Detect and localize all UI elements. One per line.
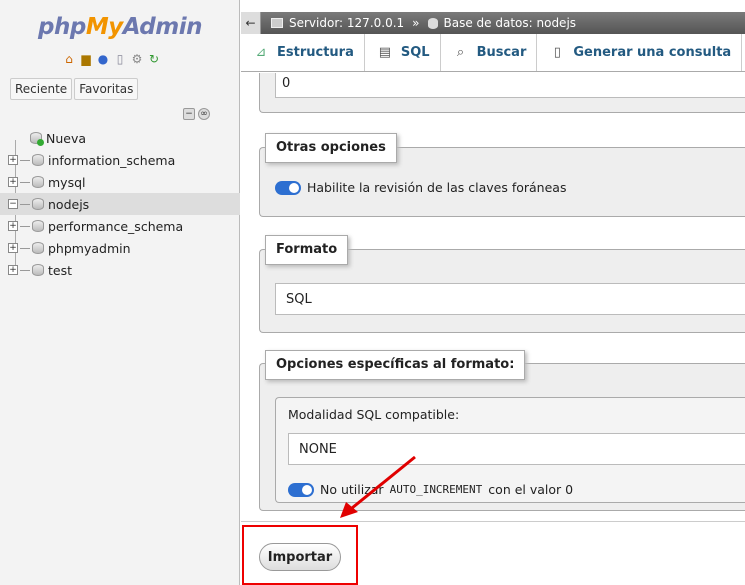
reload-icon[interactable]: ↻	[147, 52, 161, 66]
database-icon	[32, 176, 44, 188]
tree-branch	[20, 203, 30, 205]
logo-php-text: php	[38, 14, 86, 40]
tab-recent[interactable]: Reciente	[10, 78, 73, 100]
tree-item-label: Nueva	[46, 130, 87, 146]
server-icon	[271, 18, 283, 28]
menu-search[interactable]: ⌕ Buscar	[441, 34, 538, 71]
top-menu: ⊿ Estructura ▤ SQL ⌕ Buscar ▯ Generar un…	[241, 34, 745, 72]
back-arrow-icon[interactable]: ←	[241, 12, 261, 34]
foreign-key-check-row: Habilite la revisión de las claves forán…	[275, 180, 566, 195]
sql-compat-select[interactable]: NONE	[288, 433, 745, 465]
collapse-icon[interactable]: −	[8, 199, 18, 209]
help-icon[interactable]: ●	[96, 52, 110, 66]
format-select[interactable]: SQL	[275, 283, 745, 315]
menu-structure-label: Estructura	[277, 45, 354, 60]
menu-query-label: Generar una consulta	[573, 45, 732, 60]
auto-increment-toggle[interactable]	[288, 482, 314, 497]
logo-admin-text: Admin	[122, 14, 203, 40]
menu-query[interactable]: ▯ Generar una consulta	[537, 34, 743, 71]
top-value-input[interactable]: 0	[275, 73, 745, 98]
tree-branch	[20, 269, 30, 271]
database-icon	[32, 220, 44, 232]
collapse-all-icon[interactable]: −	[183, 108, 195, 120]
tree-item-label: nodejs	[48, 196, 90, 212]
expand-icon[interactable]: +	[8, 155, 18, 165]
menu-structure[interactable]: ⊿ Estructura	[241, 34, 365, 71]
quick-links: ⌂ ▆ ● ▯ ⚙ ↻	[62, 52, 161, 66]
auto-increment-label-suffix: con el valor 0	[488, 482, 574, 497]
tree-item-new[interactable]: Nueva	[0, 127, 240, 149]
breadcrumb-database[interactable]: Base de datos: nodejs	[427, 16, 577, 30]
tree-item-label: test	[48, 262, 73, 278]
database-icon	[32, 242, 44, 254]
new-database-icon	[30, 132, 44, 146]
tree-item-label: phpmyadmin	[48, 240, 131, 256]
breadcrumb-server-label: Servidor: 127.0.0.1	[289, 16, 405, 30]
auto-increment-row: No utilizar AUTO_INCREMENT con el valor …	[288, 482, 573, 497]
auto-increment-label-prefix: No utilizar	[320, 482, 384, 497]
database-icon	[32, 264, 44, 276]
tree-item-test[interactable]: + test	[0, 259, 240, 281]
logo-my-text: My	[85, 14, 123, 40]
database-tree: Nueva + information_schema + mysql − nod…	[0, 127, 240, 281]
tree-item-label: information_schema	[48, 152, 176, 168]
database-icon	[32, 198, 44, 210]
breadcrumb: ← Servidor: 127.0.0.1 » Base de datos: n…	[241, 12, 745, 34]
breadcrumb-separator: »	[412, 16, 420, 30]
navigation-sidebar: phpMyAdmin ⌂ ▆ ● ▯ ⚙ ↻ Reciente Favorita…	[0, 0, 240, 585]
other-options-legend: Otras opciones	[265, 133, 397, 163]
tab-favorites[interactable]: Favoritas	[74, 78, 139, 100]
menu-sql-label: SQL	[400, 45, 430, 60]
auto-increment-code: AUTO_INCREMENT	[389, 483, 483, 496]
expand-icon[interactable]: +	[8, 177, 18, 187]
main-content: 0 Otras opciones Habilite la revisión de…	[241, 73, 745, 585]
settings-icon[interactable]: ⚙	[130, 52, 144, 66]
tree-branch	[20, 225, 30, 227]
tree-item-label: performance_schema	[48, 218, 184, 234]
foreign-key-check-label: Habilite la revisión de las claves forán…	[307, 180, 567, 195]
expand-icon[interactable]: +	[8, 243, 18, 253]
expand-icon[interactable]: +	[8, 221, 18, 231]
tree-item-phpmyadmin[interactable]: + phpmyadmin	[0, 237, 240, 259]
home-icon[interactable]: ⌂	[62, 52, 76, 66]
breadcrumb-database-label: Base de datos: nodejs	[443, 16, 577, 30]
menu-search-label: Buscar	[476, 45, 527, 60]
exit-icon[interactable]: ▆	[79, 52, 93, 66]
database-icon	[427, 17, 438, 29]
annotation-highlight-box	[242, 525, 358, 585]
tree-item-nodejs[interactable]: − nodejs	[0, 193, 240, 215]
tree-controls: − ∞	[183, 108, 210, 120]
search-icon: ⌕	[456, 45, 465, 60]
format-options-legend: Opciones específicas al formato:	[265, 350, 526, 380]
sql-icon: ▤	[378, 45, 391, 60]
breadcrumb-server[interactable]: Servidor: 127.0.0.1	[271, 16, 404, 30]
format-legend: Formato	[265, 235, 349, 265]
recent-favorites-tabs: Reciente Favoritas	[10, 78, 139, 100]
sql-compat-label: Modalidad SQL compatible:	[288, 407, 460, 422]
expand-icon[interactable]: +	[8, 265, 18, 275]
tree-item-mysql[interactable]: + mysql	[0, 171, 240, 193]
docs-icon[interactable]: ▯	[113, 52, 127, 66]
tree-item-label: mysql	[48, 174, 86, 190]
tree-branch	[20, 181, 30, 183]
phpmyadmin-logo[interactable]: phpMyAdmin	[38, 14, 202, 40]
structure-icon: ⊿	[255, 45, 267, 60]
query-icon: ▯	[553, 45, 561, 60]
menu-sql[interactable]: ▤ SQL	[365, 34, 441, 71]
link-icon[interactable]: ∞	[198, 108, 210, 120]
tree-branch	[20, 159, 30, 161]
tree-item-performance-schema[interactable]: + performance_schema	[0, 215, 240, 237]
tree-branch	[20, 247, 30, 249]
foreign-key-check-toggle[interactable]	[275, 180, 301, 195]
tree-item-information-schema[interactable]: + information_schema	[0, 149, 240, 171]
database-icon	[32, 154, 44, 166]
